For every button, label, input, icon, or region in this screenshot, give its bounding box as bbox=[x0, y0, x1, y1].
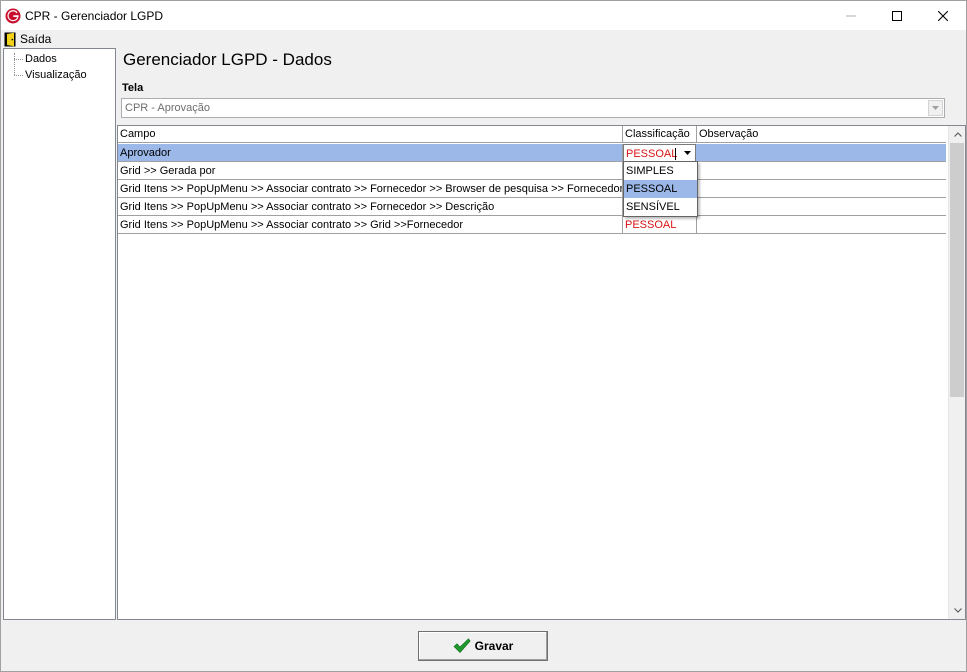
tela-select-value: CPR - Aprovação bbox=[125, 102, 210, 114]
classification-combo-arrow[interactable] bbox=[679, 145, 696, 161]
tela-select-arrow[interactable] bbox=[928, 100, 943, 116]
dropdown-option-pessoal[interactable]: PESSOAL bbox=[624, 180, 697, 198]
tree-item-visualizacao[interactable]: Visualização bbox=[25, 69, 87, 81]
column-header-classificacao[interactable]: Classificação bbox=[623, 126, 697, 143]
chevron-down-icon bbox=[932, 106, 939, 110]
cell-campo[interactable]: Grid Itens >> PopUpMenu >> Associar cont… bbox=[118, 198, 623, 216]
cell-campo[interactable]: Grid Itens >> PopUpMenu >> Associar cont… bbox=[118, 180, 623, 198]
scroll-up-button[interactable] bbox=[949, 126, 965, 143]
tree-connector bbox=[14, 59, 23, 60]
tree-connector bbox=[14, 53, 15, 75]
tela-label: Tela bbox=[122, 82, 144, 94]
cell-observacao[interactable] bbox=[697, 198, 946, 216]
fields-grid: Campo Classificação Observação Aprovador… bbox=[117, 125, 966, 620]
tree-connector bbox=[14, 75, 23, 76]
cell-campo[interactable]: Aprovador bbox=[118, 144, 623, 162]
column-header-observacao[interactable]: Observação bbox=[697, 126, 946, 143]
app-logo-icon bbox=[5, 8, 21, 24]
grid-vertical-scrollbar[interactable] bbox=[948, 126, 965, 619]
menu-exit[interactable]: Saída bbox=[4, 31, 51, 47]
cell-observacao[interactable] bbox=[697, 162, 946, 180]
chevron-down-icon bbox=[684, 151, 691, 155]
main-content: Gerenciador LGPD - Dados Tela CPR - Apro… bbox=[117, 48, 966, 620]
tela-select[interactable]: CPR - Aprovação bbox=[121, 98, 945, 118]
cell-observacao[interactable] bbox=[697, 216, 946, 234]
maximize-button[interactable] bbox=[874, 1, 920, 30]
navigation-tree: Dados Visualização bbox=[3, 48, 116, 620]
cell-campo[interactable]: Grid >> Gerada por bbox=[118, 162, 623, 180]
close-button[interactable] bbox=[920, 1, 966, 30]
bottom-bar: Gravar bbox=[1, 620, 966, 671]
table-row[interactable]: Grid Itens >> PopUpMenu >> Associar cont… bbox=[118, 198, 946, 216]
check-icon bbox=[453, 638, 471, 654]
dropdown-option-simples[interactable]: SIMPLES bbox=[624, 162, 697, 180]
save-button[interactable]: Gravar bbox=[418, 631, 548, 661]
column-header-campo[interactable]: Campo bbox=[118, 126, 623, 143]
cell-observacao[interactable] bbox=[697, 144, 946, 162]
minimize-button[interactable] bbox=[828, 1, 874, 30]
grid-header: Campo Classificação Observação bbox=[118, 126, 946, 143]
table-row[interactable]: Grid Itens >> PopUpMenu >> Associar cont… bbox=[118, 180, 946, 198]
text-caret bbox=[675, 148, 676, 160]
dropdown-option-sensivel[interactable]: SENSÍVEL bbox=[624, 198, 697, 216]
close-icon bbox=[938, 10, 948, 21]
scroll-thumb[interactable] bbox=[950, 143, 964, 397]
chevron-up-icon bbox=[953, 132, 962, 137]
page-title: Gerenciador LGPD - Dados bbox=[123, 50, 332, 69]
cell-observacao[interactable] bbox=[697, 180, 946, 198]
classification-combo-value: PESSOAL bbox=[626, 148, 678, 160]
tree-item-dados[interactable]: Dados bbox=[25, 53, 57, 65]
cell-campo[interactable]: Grid Itens >> PopUpMenu >> Associar cont… bbox=[118, 216, 623, 234]
classification-combo[interactable]: PESSOAL bbox=[623, 144, 696, 162]
exit-door-icon bbox=[4, 32, 16, 46]
table-row[interactable]: Aprovador PESSOAL bbox=[118, 144, 946, 162]
chevron-down-icon bbox=[953, 608, 962, 613]
table-row[interactable]: Grid >> Gerada por bbox=[118, 162, 946, 180]
maximize-icon bbox=[892, 10, 902, 21]
cell-classificacao[interactable]: PESSOAL bbox=[623, 216, 697, 234]
minimize-icon bbox=[846, 15, 856, 16]
scroll-down-button[interactable] bbox=[949, 602, 965, 619]
menu-bar: Saída bbox=[1, 30, 966, 48]
table-row[interactable]: Grid Itens >> PopUpMenu >> Associar cont… bbox=[118, 216, 946, 234]
window-title: CPR - Gerenciador LGPD bbox=[25, 9, 164, 23]
title-bar: CPR - Gerenciador LGPD bbox=[1, 1, 966, 30]
app-window: CPR - Gerenciador LGPD Saída Dados Visua… bbox=[0, 0, 967, 672]
save-button-label: Gravar bbox=[474, 639, 514, 653]
classification-dropdown-list: SIMPLES PESSOAL SENSÍVEL bbox=[623, 161, 698, 217]
menu-exit-label: Saída bbox=[20, 32, 52, 46]
